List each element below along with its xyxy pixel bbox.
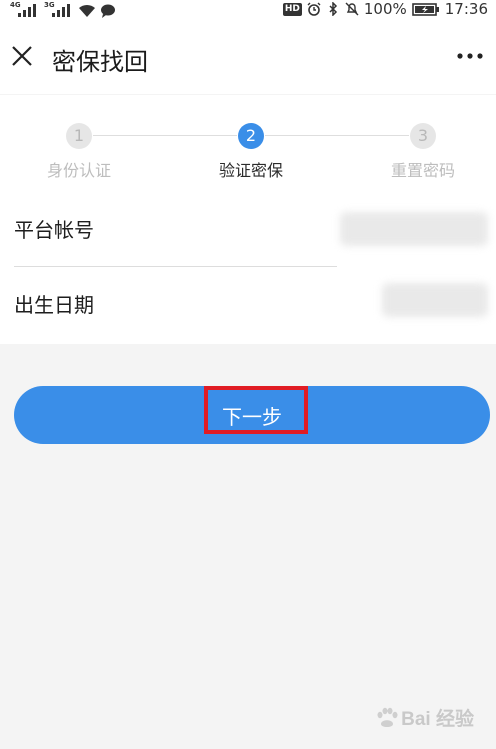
close-icon[interactable] bbox=[10, 44, 34, 68]
status-bar-right: HD 100% 17:36 bbox=[282, 0, 488, 18]
step-2-circle: 2 bbox=[238, 123, 264, 149]
birthdate-label: 出生日期 bbox=[14, 293, 94, 317]
step-1-label: 身份认证 bbox=[46, 161, 111, 180]
step-1-circle: 1 bbox=[66, 123, 92, 149]
signal-icon-1: 4G bbox=[10, 2, 40, 18]
status-bar: 4G 3G HD 100% 17:36 bbox=[0, 0, 496, 18]
message-icon bbox=[101, 4, 115, 18]
step-3-circle: 3 bbox=[410, 123, 436, 149]
progress-stepper: 1 2 3 身份认证 验证密保 重置密码 bbox=[0, 95, 496, 190]
security-form: 平台帐号 出生日期 bbox=[0, 190, 496, 344]
highlight-annotation bbox=[204, 386, 308, 434]
step-connector-2 bbox=[265, 135, 409, 136]
paw-logo-icon bbox=[377, 707, 398, 727]
mute-bell-icon bbox=[345, 2, 359, 16]
status-bar-left: 4G 3G bbox=[10, 0, 116, 18]
more-options-icon[interactable] bbox=[456, 48, 484, 64]
watermark-text: Bai 经验 bbox=[401, 709, 474, 730]
account-label: 平台帐号 bbox=[14, 218, 94, 242]
wifi-icon bbox=[79, 4, 95, 17]
birthdate-row[interactable]: 出生日期 bbox=[0, 267, 496, 343]
page-title: 密保找回 bbox=[52, 48, 148, 76]
bluetooth-icon bbox=[329, 2, 337, 16]
battery-percent: 100% bbox=[363, 0, 407, 18]
hd-badge: HD bbox=[282, 2, 302, 16]
account-value-blurred bbox=[340, 212, 488, 246]
signal-icon-2: 3G bbox=[44, 2, 74, 18]
birthdate-value-blurred bbox=[382, 283, 488, 317]
nav-bar: 密保找回 bbox=[0, 18, 496, 94]
clock-time: 17:36 bbox=[444, 0, 488, 18]
battery-icon bbox=[411, 2, 439, 16]
baidu-watermark: Bai 经验 bbox=[375, 704, 474, 731]
account-row[interactable]: 平台帐号 bbox=[0, 190, 496, 267]
alarm-icon bbox=[307, 2, 321, 16]
step-connector-1 bbox=[93, 135, 237, 136]
step-3-label: 重置密码 bbox=[390, 161, 455, 180]
step-2-label: 验证密保 bbox=[218, 161, 283, 180]
